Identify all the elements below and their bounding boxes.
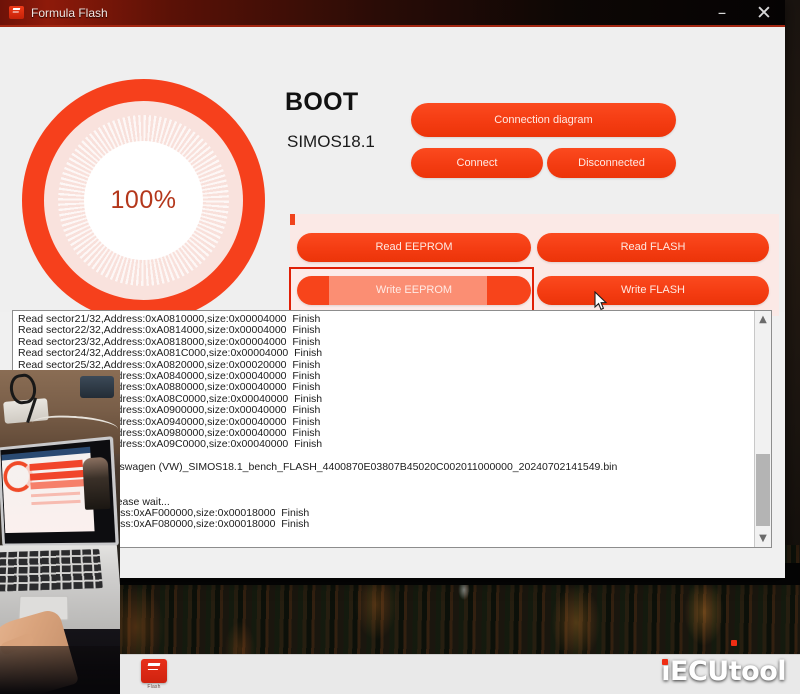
log-timestamp: 14:15:55 <box>18 484 750 496</box>
connect-button[interactable]: Connect <box>411 148 543 178</box>
progress-percent-label: 100% <box>110 186 177 214</box>
panel-accent-marker <box>290 214 295 225</box>
watermark-ool: ool <box>741 656 786 687</box>
progress-ring-center: 100% <box>84 141 203 260</box>
log-line: Read sector24/32,Address:0xA081C000,size… <box>18 347 323 360</box>
taskbar-item-label: Flash <box>147 684 161 690</box>
read-flash-button[interactable]: Read FLASH <box>537 233 769 262</box>
photo-screen-person <box>82 456 111 510</box>
mode-title: BOOT <box>285 88 359 116</box>
watermark-ecu: ECU <box>670 656 729 687</box>
photo-keyboard <box>0 549 103 592</box>
close-button[interactable]: ✕ <box>743 0 785 26</box>
log-line: Save file:C:\Data\Volkswagen (VW)_SIMOS1… <box>18 461 618 474</box>
photo-ecu-module <box>80 376 114 398</box>
write-flash-button[interactable]: Write FLASH <box>537 276 769 305</box>
disconnect-status-button[interactable]: Disconnected <box>547 148 676 178</box>
formula-flash-logo-icon <box>9 6 24 19</box>
photo-bottom-shadow <box>0 646 120 694</box>
log-line: Read sector2/2,Address:0xAF080000,size:0… <box>18 518 310 531</box>
scrollbar-thumb[interactable] <box>756 454 770 526</box>
iecutool-watermark: iECUtool <box>661 656 786 687</box>
formula-flash-taskbar-icon <box>141 659 167 683</box>
connection-diagram-button[interactable]: Connection diagram <box>411 103 676 137</box>
taskbar-item-flash[interactable]: Flash <box>132 656 176 694</box>
watermark-i: i <box>661 656 671 687</box>
window-title: Formula Flash <box>31 5 108 20</box>
photo-screen-app <box>1 446 95 534</box>
read-eeprom-button[interactable]: Read EEPROM <box>297 233 531 262</box>
log-scrollbar[interactable]: ▲ ▼ <box>754 311 771 547</box>
photo-screen-bars <box>29 459 83 471</box>
main-content: 100% BOOT SIMOS18.1 Connection diagram C… <box>0 27 785 322</box>
write-eeprom-button[interactable]: Write EEPROM <box>297 276 531 305</box>
photo-laptop-base <box>0 545 120 630</box>
chevron-up-icon[interactable]: ▲ <box>755 311 771 328</box>
minimize-button[interactable]: – <box>701 0 743 26</box>
photo-laptop-screen <box>0 436 119 547</box>
progress-ring: 100% <box>22 79 265 322</box>
window-titlebar[interactable]: Formula Flash – ✕ <box>0 0 785 27</box>
ecu-model-label: SIMOS18.1 <box>287 132 375 151</box>
log-line: Read sector29/32,Address:0xA0900000,size… <box>18 404 321 417</box>
chevron-down-icon[interactable]: ▼ <box>755 530 771 547</box>
watermark-t: t <box>728 656 742 687</box>
photo-screen-topbar <box>1 446 91 461</box>
laptop-photo-overlay <box>0 370 120 694</box>
log-output-pane: Read sector21/32,Address:0xA0810000,size… <box>12 310 772 548</box>
log-text-area[interactable]: Read sector21/32,Address:0xA0810000,size… <box>13 311 754 547</box>
log-line: Read sector32/32,Address:0xA09C0000,size… <box>18 438 323 451</box>
